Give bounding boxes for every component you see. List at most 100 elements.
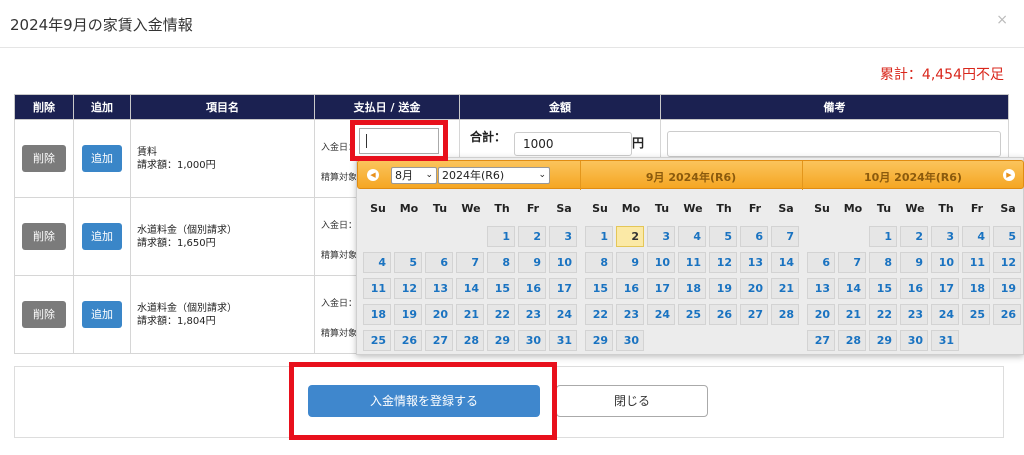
calendar-day[interactable]: 23	[616, 304, 644, 325]
calendar-day[interactable]: 25	[962, 304, 990, 325]
calendar-day[interactable]: 24	[647, 304, 675, 325]
calendar-day[interactable]: 3	[931, 226, 959, 247]
calendar-day[interactable]: 1	[487, 226, 515, 247]
next-month-icon[interactable]: ▶	[1003, 169, 1015, 181]
calendar-day[interactable]: 19	[709, 278, 737, 299]
delete-button[interactable]: 削除	[22, 301, 66, 328]
calendar-day[interactable]: 31	[931, 330, 959, 351]
add-button[interactable]: 追加	[82, 223, 122, 250]
month-select[interactable]: 8月 ⌄	[391, 167, 437, 184]
calendar-day[interactable]: 20	[425, 304, 453, 325]
calendar-day[interactable]: 23	[518, 304, 546, 325]
calendar-day[interactable]: 30	[900, 330, 928, 351]
calendar-day[interactable]: 4	[962, 226, 990, 247]
prev-month-icon[interactable]: ◀	[367, 169, 379, 181]
remarks-input[interactable]	[667, 131, 1001, 157]
calendar-day[interactable]: 11	[678, 252, 706, 273]
calendar-day[interactable]: 7	[771, 226, 799, 247]
calendar-day[interactable]: 28	[838, 330, 866, 351]
calendar-day[interactable]: 29	[869, 330, 897, 351]
calendar-day[interactable]: 6	[425, 252, 453, 273]
calendar-day[interactable]: 11	[962, 252, 990, 273]
close-button[interactable]: 閉じる	[556, 385, 708, 417]
calendar-day[interactable]: 22	[869, 304, 897, 325]
calendar-day[interactable]: 9	[900, 252, 928, 273]
calendar-day[interactable]: 14	[838, 278, 866, 299]
calendar-day[interactable]: 22	[585, 304, 613, 325]
calendar-day[interactable]: 20	[740, 278, 768, 299]
calendar-day[interactable]: 5	[394, 252, 422, 273]
add-button[interactable]: 追加	[82, 145, 122, 172]
close-icon[interactable]: ×	[996, 12, 1008, 28]
add-button[interactable]: 追加	[82, 301, 122, 328]
calendar-day[interactable]: 26	[993, 304, 1021, 325]
calendar-day[interactable]: 31	[549, 330, 577, 351]
year-select[interactable]: 2024年(R6) ⌄	[438, 167, 550, 184]
calendar-day[interactable]: 6	[807, 252, 835, 273]
calendar-day[interactable]: 10	[549, 252, 577, 273]
calendar-day[interactable]: 23	[900, 304, 928, 325]
calendar-day[interactable]: 25	[678, 304, 706, 325]
calendar-day[interactable]: 28	[771, 304, 799, 325]
calendar-day[interactable]: 1	[869, 226, 897, 247]
calendar-day[interactable]: 15	[869, 278, 897, 299]
calendar-day[interactable]: 10	[647, 252, 675, 273]
calendar-day[interactable]: 24	[931, 304, 959, 325]
delete-button[interactable]: 削除	[22, 145, 66, 172]
calendar-day[interactable]: 1	[585, 226, 613, 247]
calendar-day[interactable]: 20	[807, 304, 835, 325]
calendar-day[interactable]: 27	[425, 330, 453, 351]
calendar-day[interactable]: 5	[709, 226, 737, 247]
calendar-day[interactable]: 12	[709, 252, 737, 273]
calendar-day[interactable]: 9	[518, 252, 546, 273]
calendar-day[interactable]: 3	[647, 226, 675, 247]
calendar-day[interactable]: 21	[838, 304, 866, 325]
calendar-day[interactable]: 16	[616, 278, 644, 299]
calendar-day[interactable]: 25	[363, 330, 391, 351]
calendar-day[interactable]: 18	[678, 278, 706, 299]
calendar-day[interactable]: 15	[487, 278, 515, 299]
calendar-day[interactable]: 21	[771, 278, 799, 299]
calendar-day[interactable]: 12	[394, 278, 422, 299]
calendar-day[interactable]: 16	[900, 278, 928, 299]
calendar-day[interactable]: 30	[616, 330, 644, 351]
calendar-day[interactable]: 30	[518, 330, 546, 351]
calendar-day[interactable]: 2	[518, 226, 546, 247]
calendar-day[interactable]: 13	[740, 252, 768, 273]
calendar-day[interactable]: 14	[771, 252, 799, 273]
calendar-day[interactable]: 11	[363, 278, 391, 299]
calendar-day[interactable]: 9	[616, 252, 644, 273]
calendar-day[interactable]: 2	[616, 226, 644, 247]
calendar-day[interactable]: 29	[487, 330, 515, 351]
calendar-day[interactable]: 29	[585, 330, 613, 351]
calendar-day[interactable]: 8	[869, 252, 897, 273]
calendar-day[interactable]: 17	[647, 278, 675, 299]
calendar-day[interactable]: 22	[487, 304, 515, 325]
calendar-day[interactable]: 28	[456, 330, 484, 351]
calendar-day[interactable]: 17	[931, 278, 959, 299]
calendar-day[interactable]: 18	[962, 278, 990, 299]
amount-input[interactable]: 1000	[514, 132, 632, 156]
calendar-day[interactable]: 27	[807, 330, 835, 351]
calendar-day[interactable]: 17	[549, 278, 577, 299]
calendar-day[interactable]: 13	[425, 278, 453, 299]
calendar-day[interactable]: 7	[838, 252, 866, 273]
calendar-day[interactable]: 6	[740, 226, 768, 247]
calendar-day[interactable]: 15	[585, 278, 613, 299]
calendar-day[interactable]: 24	[549, 304, 577, 325]
calendar-day[interactable]: 10	[931, 252, 959, 273]
calendar-day[interactable]: 8	[585, 252, 613, 273]
calendar-day[interactable]: 18	[363, 304, 391, 325]
calendar-day[interactable]: 12	[993, 252, 1021, 273]
calendar-day[interactable]: 16	[518, 278, 546, 299]
calendar-day[interactable]: 2	[900, 226, 928, 247]
calendar-day[interactable]: 26	[394, 330, 422, 351]
delete-button[interactable]: 削除	[22, 223, 66, 250]
calendar-day[interactable]: 8	[487, 252, 515, 273]
calendar-day[interactable]: 21	[456, 304, 484, 325]
calendar-day[interactable]: 4	[363, 252, 391, 273]
calendar-day[interactable]: 3	[549, 226, 577, 247]
calendar-day[interactable]: 26	[709, 304, 737, 325]
calendar-day[interactable]: 14	[456, 278, 484, 299]
calendar-day[interactable]: 5	[993, 226, 1021, 247]
